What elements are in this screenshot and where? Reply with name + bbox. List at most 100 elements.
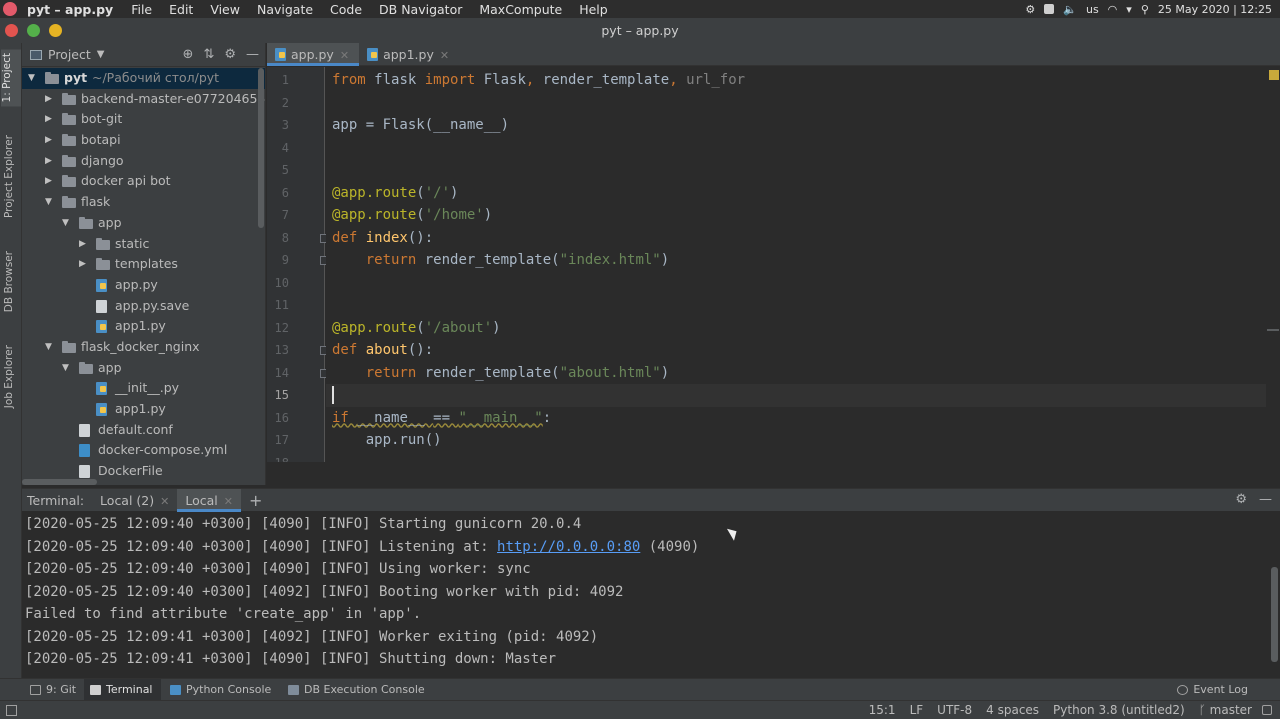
menu-db-navigator[interactable]: DB Navigator [379, 2, 462, 17]
tool-tab-git[interactable]: 9: Git [24, 679, 84, 701]
tree-row[interactable]: ▶ templates [22, 254, 265, 275]
tree-row[interactable]: ▼ flask [22, 192, 265, 213]
editor-tab[interactable]: app1.py ✕ [359, 43, 459, 66]
tree-row[interactable]: ▶ botapi [22, 130, 265, 151]
collapse-all-icon[interactable]: ⇅ [203, 47, 214, 62]
lock-icon[interactable] [1262, 705, 1272, 715]
chevron-down-icon[interactable]: ▼ [62, 213, 69, 234]
terminal-link[interactable]: http://0.0.0.0:80 [497, 539, 640, 555]
tree-row[interactable]: ▶ bot-git [22, 109, 265, 130]
menu-code[interactable]: Code [330, 2, 362, 17]
chevron-right-icon[interactable]: ▶ [45, 171, 52, 192]
terminal-tab-local-2[interactable]: Local (2) ✕ [92, 489, 177, 512]
tree-row[interactable]: app1.py [22, 316, 265, 337]
tool-tab-job-explorer[interactable]: Job Explorer [3, 345, 15, 408]
chevron-down-icon[interactable]: ▼ [28, 68, 35, 89]
project-tree-scrollbar[interactable] [258, 68, 264, 228]
code-editor[interactable]: from flask import Flask, render_template… [326, 67, 1266, 462]
tree-row[interactable]: ▼ flask_docker_nginx [22, 337, 265, 358]
tool-tab-db-browser[interactable]: DB Browser [3, 251, 15, 312]
gear-icon[interactable]: ⚙ [1235, 492, 1247, 507]
project-panel-header: Project ▼ ⊕ ⇅ ⚙ — [22, 43, 265, 67]
git-branch[interactable]: ᚴ master [1199, 703, 1252, 717]
tree-row[interactable]: __init__.py [22, 378, 265, 399]
inspection-status-icon[interactable] [1269, 70, 1279, 80]
hide-panel-icon[interactable]: — [246, 47, 259, 62]
tool-tab-event-log[interactable]: Event Log [1171, 679, 1256, 701]
keyboard-layout[interactable]: us [1086, 3, 1099, 16]
project-tree-horizontal-scroll-thumb[interactable] [22, 479, 97, 485]
tool-tab-project[interactable]: 1: Project [1, 49, 21, 107]
tool-tab-project-explorer[interactable]: Project Explorer [3, 135, 15, 218]
close-icon[interactable]: ✕ [440, 49, 449, 62]
chevron-right-icon[interactable]: ▶ [79, 234, 86, 255]
menu-edit[interactable]: Edit [169, 2, 193, 17]
clock[interactable]: 25 May 2020 | 12:25 [1158, 3, 1272, 16]
python-interpreter[interactable]: Python 3.8 (untitled2) [1053, 703, 1185, 717]
close-icon[interactable]: ✕ [160, 495, 169, 508]
editor-tab[interactable]: app.py ✕ [267, 43, 360, 66]
indent-setting[interactable]: 4 spaces [986, 703, 1039, 717]
locate-file-icon[interactable]: ⊕ [183, 47, 194, 62]
chevron-down-icon[interactable]: ▼ [97, 49, 105, 60]
editor-marker-stripe [1266, 67, 1280, 462]
window-title: pyt – app.py [601, 23, 679, 38]
tool-tab-db-execution-console[interactable]: DB Execution Console [282, 679, 433, 701]
hide-panel-icon[interactable]: — [1259, 492, 1272, 507]
search-tray-icon[interactable]: ⚲ [1141, 3, 1149, 16]
tree-row[interactable]: app.py.save [22, 296, 265, 317]
chevron-right-icon[interactable]: ▶ [45, 89, 52, 110]
toggle-tool-windows-icon[interactable] [6, 705, 17, 716]
chevron-right-icon[interactable]: ▶ [45, 109, 52, 130]
chevron-down-icon[interactable]: ▼ [62, 358, 69, 379]
settings-tray-icon[interactable]: ⚙ [1025, 3, 1035, 16]
tree-row[interactable]: ▼ pyt ~/Рабочий стол/pyt [22, 68, 265, 89]
project-view-selector[interactable]: Project [48, 47, 91, 62]
tree-row[interactable]: ▶ django [22, 151, 265, 172]
tray-dropdown-icon[interactable]: ▾ [1126, 3, 1132, 16]
wifi-tray-icon[interactable]: ◠ [1108, 3, 1118, 16]
chevron-down-icon[interactable]: ▼ [45, 337, 52, 358]
system-app-name: pyt – app.py [27, 1, 114, 17]
tree-row-label: templates [115, 256, 178, 272]
code-token: '/home' [424, 207, 484, 223]
line-separator[interactable]: LF [910, 703, 924, 717]
tree-row[interactable]: ▶ docker api bot [22, 171, 265, 192]
gear-icon[interactable]: ⚙ [224, 47, 236, 62]
terminal-scrollbar[interactable] [1271, 567, 1278, 662]
tree-row[interactable]: ▼ app [22, 213, 265, 234]
tree-row[interactable]: ▼ app [22, 358, 265, 379]
tree-row[interactable]: app1.py [22, 399, 265, 420]
tool-tab-terminal[interactable]: Terminal [84, 679, 161, 701]
menu-maxcompute[interactable]: MaxCompute [479, 2, 562, 17]
chevron-right-icon[interactable]: ▶ [45, 151, 52, 172]
code-token: url_for [686, 72, 746, 88]
tree-row[interactable]: default.conf [22, 420, 265, 441]
system-top-bar: pyt – app.py File Edit View Navigate Cod… [0, 0, 1280, 18]
caret-position[interactable]: 15:1 [869, 703, 896, 717]
terminal-tab-local[interactable]: Local ✕ [177, 488, 241, 512]
project-tree-horizontal-scrollbar[interactable] [22, 479, 265, 485]
clipboard-tray-icon[interactable] [1044, 4, 1055, 14]
volume-tray-icon[interactable]: 🔈 [1063, 3, 1077, 16]
menu-view[interactable]: View [210, 2, 240, 17]
terminal-output[interactable]: [2020-05-25 12:09:40 +0300] [4090] [INFO… [22, 512, 1280, 678]
close-icon[interactable]: ✕ [340, 49, 349, 62]
chevron-right-icon[interactable]: ▶ [79, 254, 86, 275]
pycharm-app-icon[interactable] [3, 2, 17, 16]
error-stripe-marker[interactable] [1267, 329, 1279, 331]
tree-row[interactable]: ▶ static [22, 234, 265, 255]
menu-file[interactable]: File [131, 2, 152, 17]
menu-help[interactable]: Help [579, 2, 608, 17]
tree-row[interactable]: ▶ backend-master-e0772046558a1e5 [22, 89, 265, 110]
tool-tab-python-console[interactable]: Python Console [164, 679, 279, 701]
main-menu: File Edit View Navigate Code DB Navigato… [131, 2, 620, 17]
close-icon[interactable]: ✕ [224, 495, 233, 508]
tree-row[interactable]: app.py [22, 275, 265, 296]
menu-navigate[interactable]: Navigate [257, 2, 313, 17]
file-encoding[interactable]: UTF-8 [937, 703, 972, 717]
chevron-right-icon[interactable]: ▶ [45, 130, 52, 151]
new-terminal-tab-icon[interactable]: + [249, 491, 262, 510]
chevron-down-icon[interactable]: ▼ [45, 192, 52, 213]
tree-row[interactable]: docker-compose.yml [22, 440, 265, 461]
